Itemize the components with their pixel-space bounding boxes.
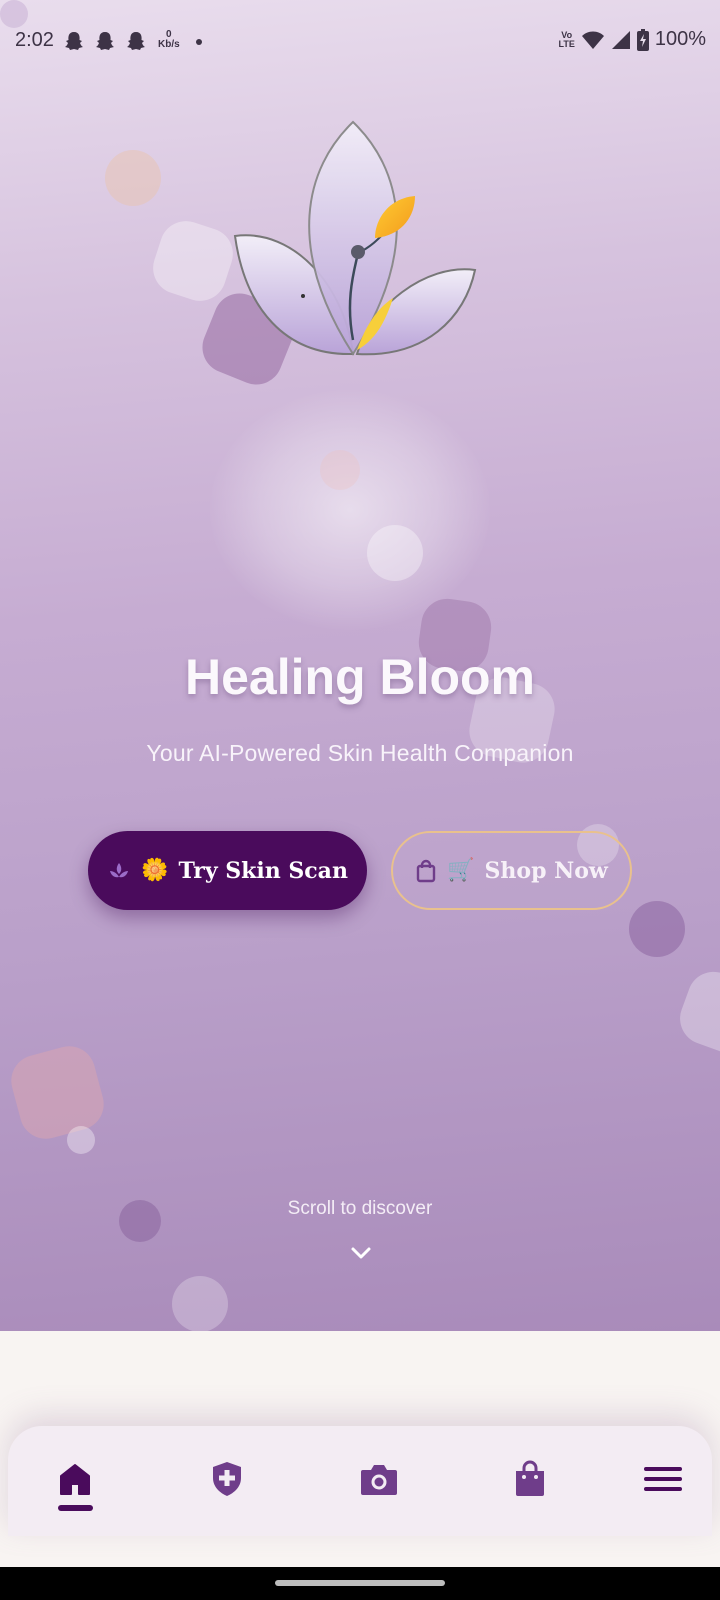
- shop-now-button[interactable]: 🛒 Shop Now: [391, 831, 632, 910]
- shopping-bag-icon: [516, 1460, 544, 1496]
- status-right-group: Vo LTE 100%: [558, 28, 706, 51]
- status-time: 2:02: [15, 29, 54, 51]
- decor-bubble: [67, 1126, 95, 1154]
- snapchat-icon: [96, 32, 114, 50]
- cart-emoji-icon: 🛒: [447, 857, 475, 883]
- notification-dot: [196, 39, 202, 45]
- decor-bubble: [105, 150, 161, 206]
- battery-percent: 100%: [654, 28, 706, 50]
- battery-icon: [636, 28, 649, 51]
- decor-blob: [672, 964, 720, 1062]
- menu-icon: [644, 1467, 682, 1491]
- home-icon: [60, 1464, 90, 1495]
- snapchat-icon: [65, 32, 83, 50]
- decor-bubble: [172, 1276, 228, 1331]
- camera-icon: [361, 1465, 397, 1495]
- app-subtitle: Your AI-Powered Skin Health Companion: [146, 740, 574, 766]
- app-title: Healing Bloom: [184, 649, 536, 705]
- shield-plus-icon: [213, 1462, 241, 1496]
- volte-bottom: LTE: [558, 38, 575, 49]
- nav-protection[interactable]: [204, 1456, 250, 1502]
- try-skin-scan-button[interactable]: 🌼 Try Skin Scan: [88, 831, 367, 910]
- lotus-logo-icon: [233, 120, 477, 356]
- hero-section: Healing Bloom Your AI-Powered Skin Healt…: [0, 0, 720, 1331]
- scroll-hint: Scroll to discover: [287, 1198, 433, 1219]
- nav-menu[interactable]: [640, 1456, 686, 1502]
- nav-camera[interactable]: [356, 1456, 402, 1502]
- snapchat-icon: [127, 32, 145, 50]
- decor-bubble: [629, 901, 685, 957]
- wifi-icon: [581, 31, 604, 49]
- nav-home[interactable]: [52, 1456, 98, 1502]
- try-skin-scan-label: Try Skin Scan: [178, 857, 348, 884]
- nav-active-indicator: [58, 1505, 93, 1511]
- network-speed-unit: Kb/s: [158, 39, 180, 50]
- home-gesture-bar[interactable]: [275, 1580, 445, 1586]
- network-speed: 0 Kb/s: [158, 30, 180, 50]
- nav-shop[interactable]: [507, 1456, 553, 1502]
- shop-now-label: Shop Now: [484, 857, 608, 884]
- lotus-small-icon: [110, 862, 129, 877]
- decor-bubble: [320, 450, 360, 490]
- daisy-emoji-icon: 🌼: [141, 857, 169, 883]
- hero-glow: [210, 390, 490, 630]
- status-bar: 2:02 0 Kb/s Vo LTE 100%: [0, 0, 720, 84]
- shopping-bag-outline-icon: [416, 859, 436, 882]
- decor-blob: [5, 1040, 110, 1145]
- decor-bubble: [367, 525, 423, 581]
- chevron-down-icon[interactable]: [350, 1246, 372, 1260]
- volte-indicator: Vo LTE: [558, 30, 575, 49]
- cell-signal-icon: [611, 30, 630, 49]
